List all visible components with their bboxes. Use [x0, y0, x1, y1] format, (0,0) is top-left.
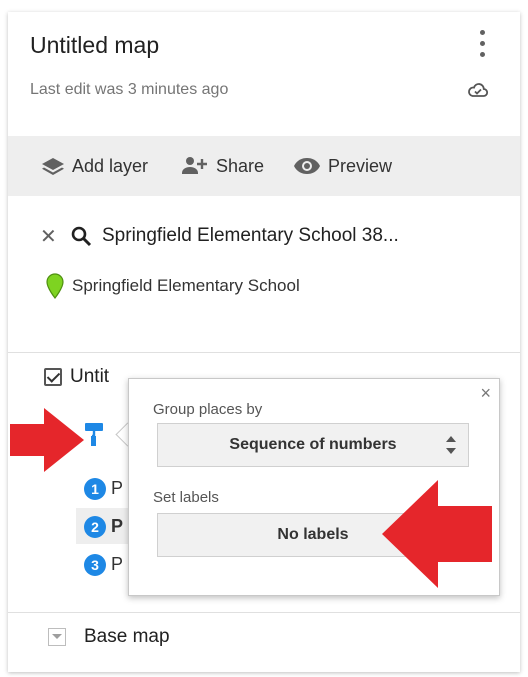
expand-base-map-icon[interactable] [48, 628, 66, 646]
place-number-badge: 3 [84, 554, 106, 576]
more-options-icon[interactable] [470, 28, 494, 68]
set-labels-label: Set labels [153, 489, 219, 506]
annotation-arrow-right [382, 480, 492, 588]
layer-header: Untit [44, 366, 109, 388]
place-number-badge: 1 [84, 478, 106, 500]
place-name[interactable]: P [111, 478, 123, 499]
place-name[interactable]: P [111, 516, 123, 537]
layer-visibility-checkbox[interactable] [44, 368, 62, 386]
base-map-row[interactable]: Base map [48, 626, 170, 648]
search-result-label: Springfield Elementary School [72, 276, 300, 295]
search-icon [71, 226, 92, 247]
close-popup-icon[interactable]: × [480, 383, 491, 404]
select-arrows-icon [446, 436, 456, 456]
map-toolbar: Add layer Share Preview [8, 136, 520, 196]
preview-label: Preview [328, 155, 393, 176]
group-places-select[interactable]: Sequence of numbers [157, 423, 469, 467]
eye-icon [294, 158, 320, 174]
group-places-label: Group places by [153, 401, 263, 418]
base-map-label: Base map [84, 626, 170, 647]
place-name[interactable]: P [111, 554, 123, 575]
layers-icon [42, 158, 64, 175]
group-places-value: Sequence of numbers [229, 436, 397, 453]
preview-button[interactable]: Preview [292, 136, 392, 196]
close-search-icon[interactable]: ✕ [40, 224, 70, 249]
share-label: Share [216, 155, 265, 176]
add-layer-button[interactable]: Add layer [40, 136, 148, 196]
layer-name[interactable]: Untit [70, 366, 109, 388]
add-person-icon [182, 157, 207, 174]
search-result-row: ✕ Springfield Elementary School 38... [40, 222, 399, 250]
map-pin-icon [46, 273, 64, 299]
place-number-badge: 2 [84, 516, 106, 538]
divider [8, 352, 520, 353]
search-query[interactable]: Springfield Elementary School 38... [102, 225, 399, 247]
annotation-arrow-left [10, 408, 84, 472]
last-edit-status: Last edit was 3 minutes ago [30, 81, 229, 98]
map-title[interactable]: Untitled map [30, 32, 159, 59]
search-result-place[interactable]: Springfield Elementary School [44, 272, 300, 300]
add-layer-label: Add layer [72, 155, 149, 176]
set-labels-value: No labels [277, 526, 349, 543]
cloud-saved-icon [466, 78, 490, 102]
divider [8, 612, 520, 613]
share-button[interactable]: Share [180, 136, 264, 196]
